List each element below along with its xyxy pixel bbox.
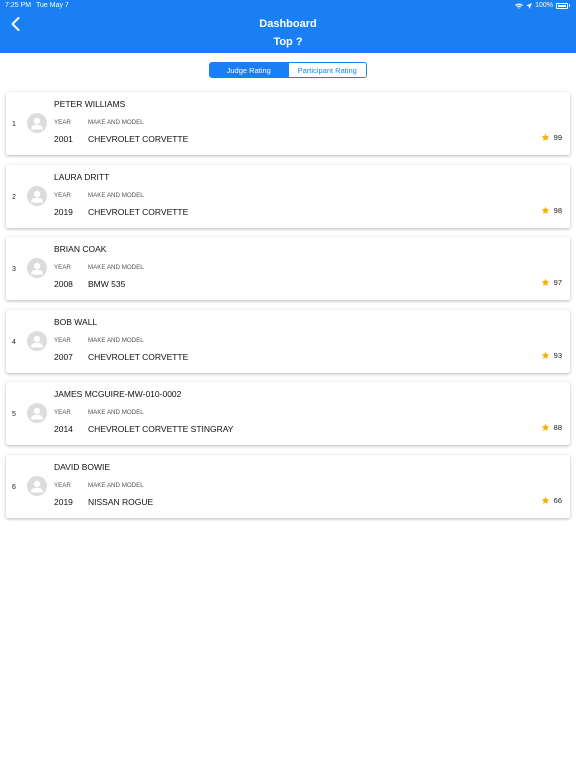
participant-name: JAMES MCGUIRE-MW-010-0002: [54, 389, 182, 399]
status-indicators: 100%: [515, 2, 570, 9]
star-icon: [541, 496, 549, 504]
year-label: YEAR: [54, 409, 71, 416]
rank-number: 5: [12, 411, 16, 418]
leaderboard-card[interactable]: 6 DAVID BOWIE YEAR MAKE AND MODEL 2019 N…: [6, 454, 570, 518]
make-model-label: MAKE AND MODEL: [88, 191, 144, 199]
year-value: 2007: [54, 351, 73, 362]
make-model-value: CHEVROLET CORVETTE: [88, 351, 189, 362]
avatar: [27, 258, 47, 278]
avatar: [27, 185, 47, 206]
avatar: [27, 475, 47, 496]
avatar: [27, 330, 47, 351]
participant-name: DAVID BOWIE: [54, 461, 111, 472]
rating: 93: [541, 351, 562, 360]
leaderboard-card[interactable]: 1 PETER WILLIAMS YEAR MAKE AND MODEL 200…: [6, 92, 570, 155]
battery-percent: 100%: [535, 2, 553, 9]
participant-name: LAURA DRITT: [54, 171, 110, 182]
make-model-label: MAKE AND MODEL: [88, 264, 144, 271]
year-value: 2008: [54, 279, 73, 289]
rating: 66: [541, 496, 562, 505]
user-icon: [31, 117, 43, 130]
year-value: 2001: [54, 134, 73, 144]
star-icon: [541, 206, 549, 214]
rating-value: 97: [553, 278, 562, 287]
make-model-label: MAKE AND MODEL: [88, 481, 144, 489]
status-date: Tue May 7: [36, 2, 69, 9]
leaderboard-card[interactable]: 3 BRIAN COAK YEAR MAKE AND MODEL 2008 BM…: [6, 237, 570, 300]
make-model-value: BMW 535: [88, 279, 126, 289]
rating: 99: [541, 133, 562, 142]
rating: 98: [541, 206, 562, 215]
battery-tip: [569, 4, 570, 7]
rating: 97: [541, 278, 562, 287]
location-icon: [526, 2, 533, 9]
participant-name: PETER WILLIAMS: [54, 99, 126, 109]
rank-number: 4: [12, 338, 16, 346]
user-icon: [31, 480, 43, 492]
participant-name: BOB WALL: [54, 316, 98, 327]
user-icon: [31, 262, 43, 275]
year-label: YEAR: [54, 191, 71, 199]
star-icon: [541, 278, 549, 286]
star-icon: [541, 351, 549, 359]
rank-number: 2: [12, 193, 16, 201]
battery-icon: [556, 2, 568, 9]
make-model-label: MAKE AND MODEL: [88, 336, 144, 344]
make-model-value: NISSAN ROGUE: [88, 496, 154, 507]
rank-number: 3: [12, 266, 16, 273]
avatar: [27, 113, 47, 133]
rating-value: 88: [553, 423, 562, 432]
rank-number: 6: [12, 483, 16, 491]
make-model-label: MAKE AND MODEL: [88, 409, 144, 416]
rating-segmented-control: Judge Rating Participant Rating: [209, 62, 367, 78]
year-label: YEAR: [54, 481, 71, 489]
page-subtitle: Top ?: [273, 36, 303, 48]
year-value: 2019: [54, 206, 73, 217]
rating-value: 66: [553, 495, 562, 505]
page-title: Dashboard: [259, 18, 317, 30]
participant-name: BRIAN COAK: [54, 244, 107, 254]
status-bar: 7:25 PM Tue May 7 100%: [0, 0, 576, 12]
tab-judge-rating[interactable]: Judge Rating: [210, 63, 288, 77]
user-icon: [31, 190, 43, 202]
rating-value: 99: [553, 133, 562, 142]
user-icon: [31, 407, 43, 420]
tab-participant-rating[interactable]: Participant Rating: [287, 63, 366, 77]
leaderboard-card[interactable]: 2 LAURA DRITT YEAR MAKE AND MODEL 2019 C…: [6, 164, 570, 228]
header-bar: 7:25 PM Tue May 7 100% Dashboard Top ?: [0, 0, 576, 53]
year-value: 2014: [54, 424, 73, 434]
make-model-value: CHEVROLET CORVETTE: [88, 134, 189, 144]
user-icon: [31, 335, 43, 347]
status-time: 7:25 PM: [5, 2, 32, 9]
star-icon: [541, 423, 549, 431]
leaderboard-card[interactable]: 4 BOB WALL YEAR MAKE AND MODEL 2007 CHEV…: [6, 309, 570, 373]
wifi-icon: [515, 3, 524, 9]
rating-value: 93: [553, 350, 562, 360]
year-label: YEAR: [54, 264, 71, 271]
year-label: YEAR: [54, 336, 71, 344]
leaderboard-card[interactable]: 5 JAMES MCGUIRE-MW-010-0002 YEAR MAKE AN…: [6, 382, 570, 445]
rating: 88: [541, 423, 562, 432]
make-model-value: CHEVROLET CORVETTE: [88, 206, 189, 217]
star-icon: [541, 133, 549, 141]
make-model-value: CHEVROLET CORVETTE STINGRAY: [88, 424, 234, 434]
year-value: 2019: [54, 496, 73, 507]
year-label: YEAR: [54, 119, 71, 126]
rank-number: 1: [12, 121, 16, 128]
make-model-label: MAKE AND MODEL: [88, 119, 144, 126]
avatar: [27, 403, 47, 423]
rating-value: 98: [553, 205, 562, 215]
